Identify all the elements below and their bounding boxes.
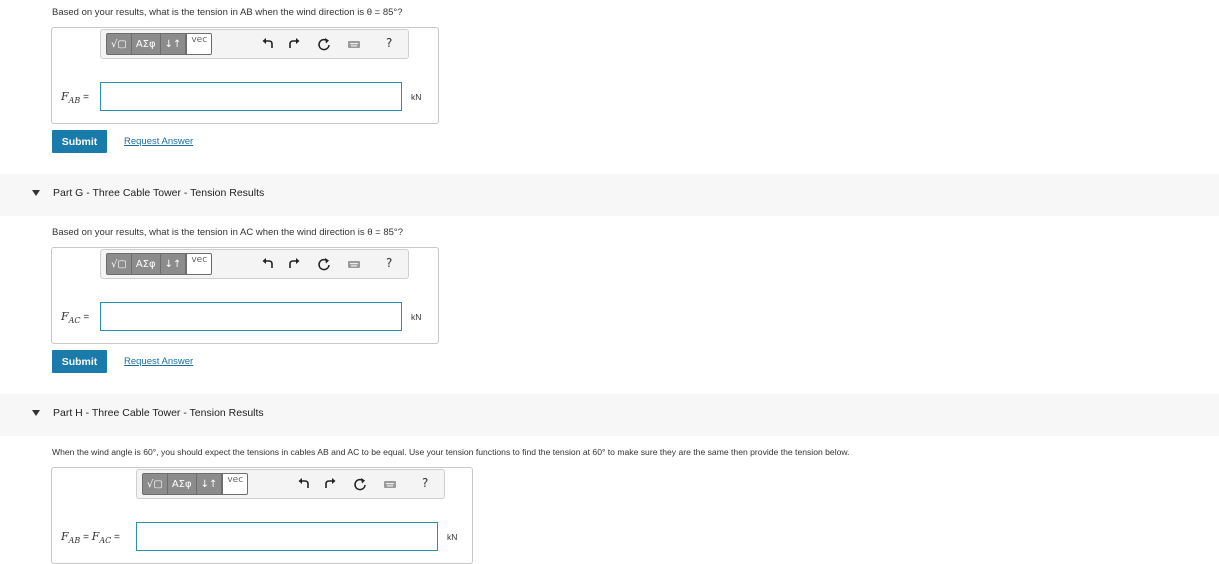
keyboard-icon[interactable] [347,257,361,271]
answer-box-part-g: √▢ ΑΣφ ↓↑ vec ? FAC = kN [51,247,439,344]
submit-button-part-f[interactable]: Submit [52,130,107,153]
answer-input-part-g[interactable] [100,302,402,331]
reset-icon[interactable] [317,257,331,271]
toolbar-button-group: √▢ ΑΣφ ↓↑ vec [142,473,249,495]
answer-input-part-h[interactable] [136,522,438,551]
redo-icon[interactable] [287,37,301,51]
answer-box-part-h: √▢ ΑΣφ ↓↑ vec ? FAB = FAC = kN [51,467,473,564]
collapse-caret-icon[interactable] [32,410,40,416]
help-icon[interactable]: ? [386,256,392,270]
answer-box-part-f: √▢ ΑΣφ ↓↑ vec ? FAB = kN [51,27,439,124]
reset-icon[interactable] [317,37,331,51]
variable-label: FAB = [61,90,89,106]
greek-symbols-button[interactable]: ΑΣφ [132,34,161,54]
math-toolbar: √▢ ΑΣφ ↓↑ vec ? [100,29,409,59]
variable-label: FAC = [61,310,90,326]
keyboard-icon[interactable] [383,477,397,491]
vector-button[interactable]: vec [186,254,212,274]
vector-button[interactable]: vec [222,474,248,494]
unit-label: kN [447,532,458,542]
help-icon[interactable]: ? [422,476,428,490]
math-toolbar: √▢ ΑΣφ ↓↑ vec ? [100,249,409,279]
request-answer-link-part-f[interactable]: Request Answer [124,136,193,147]
collapse-caret-icon[interactable] [32,190,40,196]
toolbar-button-group: √▢ ΑΣφ ↓↑ vec [106,253,213,275]
math-toolbar: √▢ ΑΣφ ↓↑ vec ? [136,469,445,499]
help-icon[interactable]: ? [386,36,392,50]
keyboard-icon[interactable] [347,37,361,51]
toolbar-button-group: √▢ ΑΣφ ↓↑ vec [106,33,213,55]
submit-button-part-g[interactable]: Submit [52,350,107,373]
part-h-title: Part H - Three Cable Tower - Tension Res… [53,407,264,419]
greek-symbols-button[interactable]: ΑΣφ [132,254,161,274]
template-button[interactable]: √▢ [143,474,168,494]
arrows-button[interactable]: ↓↑ [161,254,187,274]
answer-input-part-f[interactable] [100,82,402,111]
undo-icon[interactable] [297,477,311,491]
redo-icon[interactable] [287,257,301,271]
unit-label: kN [411,92,422,102]
vector-button[interactable]: vec [186,34,212,54]
question-text-part-h: When the wind angle is 60°, you should e… [52,447,850,457]
reset-icon[interactable] [353,477,367,491]
question-text-part-f: Based on your results, what is the tensi… [52,7,403,18]
template-button[interactable]: √▢ [107,254,132,274]
greek-symbols-button[interactable]: ΑΣφ [168,474,197,494]
undo-icon[interactable] [261,37,275,51]
undo-icon[interactable] [261,257,275,271]
arrows-button[interactable]: ↓↑ [161,34,187,54]
part-h-header[interactable]: Part H - Three Cable Tower - Tension Res… [0,394,1219,436]
arrows-button[interactable]: ↓↑ [197,474,223,494]
redo-icon[interactable] [323,477,337,491]
part-g-title: Part G - Three Cable Tower - Tension Res… [53,187,265,199]
variable-label: FAB = FAC = [61,530,120,546]
unit-label: kN [411,312,422,322]
request-answer-link-part-g[interactable]: Request Answer [124,356,193,367]
question-text-part-g: Based on your results, what is the tensi… [52,227,404,238]
template-button[interactable]: √▢ [107,34,132,54]
part-g-header[interactable]: Part G - Three Cable Tower - Tension Res… [0,174,1219,216]
